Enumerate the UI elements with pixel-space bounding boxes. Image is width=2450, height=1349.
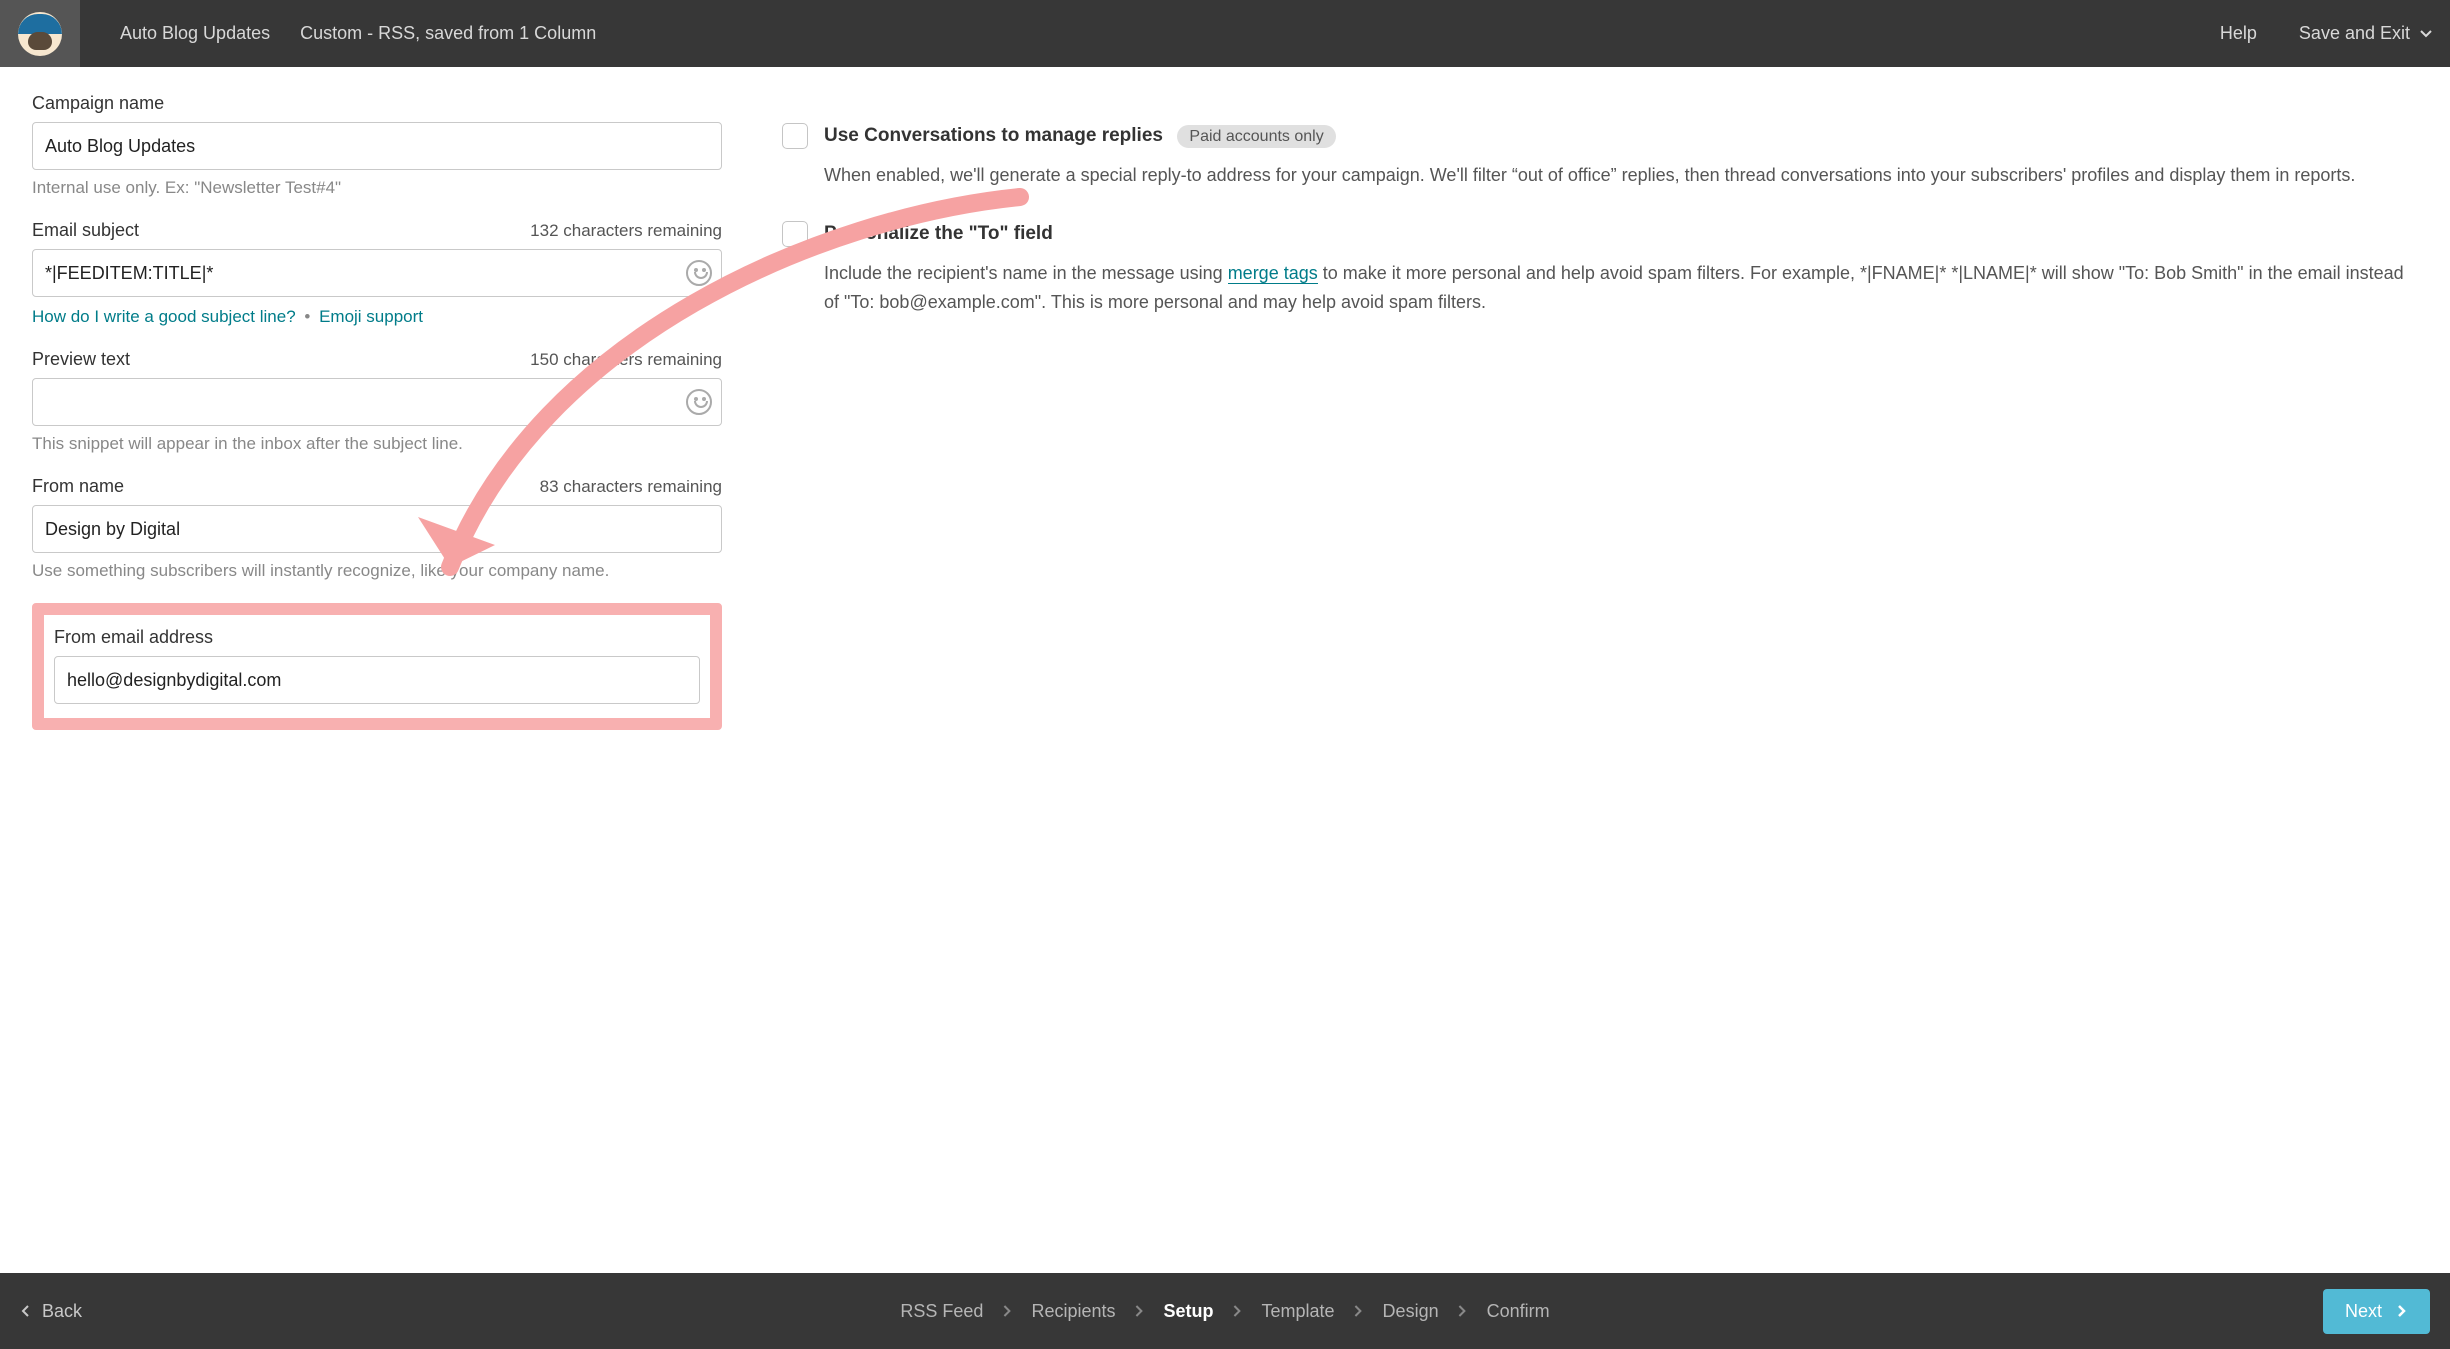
chevron-down-icon: [2420, 28, 2432, 40]
from-name-helper: Use something subscribers will instantly…: [32, 561, 722, 581]
field-from-name: From name 83 characters remaining Use so…: [32, 476, 722, 581]
merge-tags-link[interactable]: merge tags: [1228, 263, 1318, 284]
emoji-support-link[interactable]: Emoji support: [319, 307, 423, 326]
chevron-right-icon: [1133, 1301, 1145, 1322]
main-content: Campaign name Internal use only. Ex: "Ne…: [0, 67, 2450, 1273]
logo[interactable]: [0, 0, 80, 67]
field-from-email: From email address: [54, 627, 700, 704]
preview-text-label: Preview text: [32, 349, 130, 370]
campaign-name-input[interactable]: [32, 122, 722, 170]
from-name-label: From name: [32, 476, 124, 497]
conversations-desc: When enabled, we'll generate a special r…: [782, 161, 2418, 191]
save-exit-button[interactable]: Save and Exit: [2299, 23, 2432, 44]
chevron-left-icon: [20, 1305, 32, 1317]
help-link[interactable]: Help: [2220, 23, 2257, 44]
paid-badge: Paid accounts only: [1177, 125, 1335, 148]
chevron-right-icon: [1457, 1301, 1469, 1322]
email-subject-remaining: 132 characters remaining: [530, 221, 722, 241]
step-recipients[interactable]: Recipients: [1031, 1301, 1115, 1322]
personalize-checkbox[interactable]: [782, 221, 808, 247]
topbar: Auto Blog Updates Custom - RSS, saved fr…: [0, 0, 2450, 67]
options-column: Use Conversations to manage replies Paid…: [782, 93, 2418, 1233]
back-label: Back: [42, 1301, 82, 1322]
personalize-desc-pre: Include the recipient's name in the mess…: [824, 263, 1228, 283]
campaign-name-helper: Internal use only. Ex: "Newsletter Test#…: [32, 178, 722, 198]
separator-dot: •: [304, 307, 310, 326]
step-template[interactable]: Template: [1262, 1301, 1335, 1322]
email-subject-input[interactable]: [32, 249, 722, 297]
annotation-highlight-box: From email address: [32, 603, 722, 730]
wizard-steps: RSS Feed Recipients Setup Template Desig…: [900, 1301, 1549, 1322]
save-exit-label: Save and Exit: [2299, 23, 2410, 44]
chevron-right-icon: [1232, 1301, 1244, 1322]
field-preview-text: Preview text 150 characters remaining Th…: [32, 349, 722, 454]
field-email-subject: Email subject 132 characters remaining H…: [32, 220, 722, 327]
from-email-input[interactable]: [54, 656, 700, 704]
option-personalize: Personalize the "To" field Include the r…: [782, 221, 2418, 318]
chevron-right-icon: [1001, 1301, 1013, 1322]
form-column: Campaign name Internal use only. Ex: "Ne…: [32, 93, 722, 1233]
preview-text-remaining: 150 characters remaining: [530, 350, 722, 370]
field-campaign-name: Campaign name Internal use only. Ex: "Ne…: [32, 93, 722, 198]
next-label: Next: [2345, 1301, 2382, 1322]
email-subject-label: Email subject: [32, 220, 139, 241]
step-rss-feed[interactable]: RSS Feed: [900, 1301, 983, 1322]
from-name-input[interactable]: [32, 505, 722, 553]
conversations-checkbox[interactable]: [782, 123, 808, 149]
template-label: Custom - RSS, saved from 1 Column: [300, 23, 596, 44]
step-confirm[interactable]: Confirm: [1487, 1301, 1550, 1322]
step-setup[interactable]: Setup: [1163, 1301, 1213, 1322]
from-email-label: From email address: [54, 627, 213, 648]
personalize-desc: Include the recipient's name in the mess…: [782, 259, 2418, 318]
emoji-icon[interactable]: [686, 260, 712, 286]
from-name-remaining: 83 characters remaining: [540, 477, 722, 497]
step-design[interactable]: Design: [1383, 1301, 1439, 1322]
campaign-name-label: Campaign name: [32, 93, 164, 114]
personalize-title: Personalize the "To" field: [824, 223, 1053, 245]
emoji-icon[interactable]: [686, 389, 712, 415]
chevron-right-icon: [2396, 1305, 2408, 1317]
next-button[interactable]: Next: [2323, 1289, 2430, 1334]
conversations-title: Use Conversations to manage replies: [824, 125, 1163, 146]
campaign-title: Auto Blog Updates: [120, 23, 270, 44]
preview-text-input[interactable]: [32, 378, 722, 426]
option-conversations: Use Conversations to manage replies Paid…: [782, 123, 2418, 191]
preview-text-helper: This snippet will appear in the inbox af…: [32, 434, 722, 454]
back-button[interactable]: Back: [20, 1301, 82, 1322]
chevron-right-icon: [1353, 1301, 1365, 1322]
bottombar: Back RSS Feed Recipients Setup Template …: [0, 1273, 2450, 1349]
subject-line-help-link[interactable]: How do I write a good subject line?: [32, 307, 296, 326]
